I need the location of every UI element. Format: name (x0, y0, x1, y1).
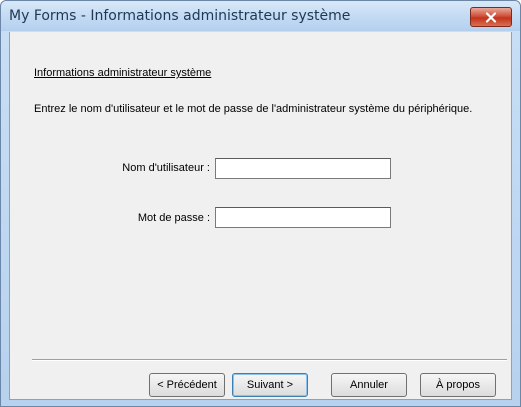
about-button[interactable]: À propos (420, 373, 496, 397)
title-bar[interactable]: My Forms - Informations administrateur s… (1, 1, 520, 31)
section-heading: Informations administrateur système (34, 67, 212, 79)
window-title: My Forms - Informations administrateur s… (9, 8, 351, 24)
dialog-window: My Forms - Informations administrateur s… (0, 0, 521, 407)
cancel-button[interactable]: Annuler (331, 373, 407, 397)
dialog-content: Informations administrateur système Entr… (9, 32, 512, 400)
next-button[interactable]: Suivant > (232, 373, 308, 397)
password-label: Mot de passe : (137, 212, 210, 224)
previous-button[interactable]: < Précédent (149, 373, 225, 397)
username-label: Nom d'utilisateur : (122, 162, 210, 174)
close-button[interactable] (470, 7, 512, 27)
close-icon (485, 11, 497, 23)
password-input[interactable] (215, 207, 391, 228)
username-input[interactable] (215, 158, 391, 179)
button-separator (32, 359, 507, 361)
instructions-text: Entrez le nom d'utilisateur et le mot de… (34, 103, 473, 115)
